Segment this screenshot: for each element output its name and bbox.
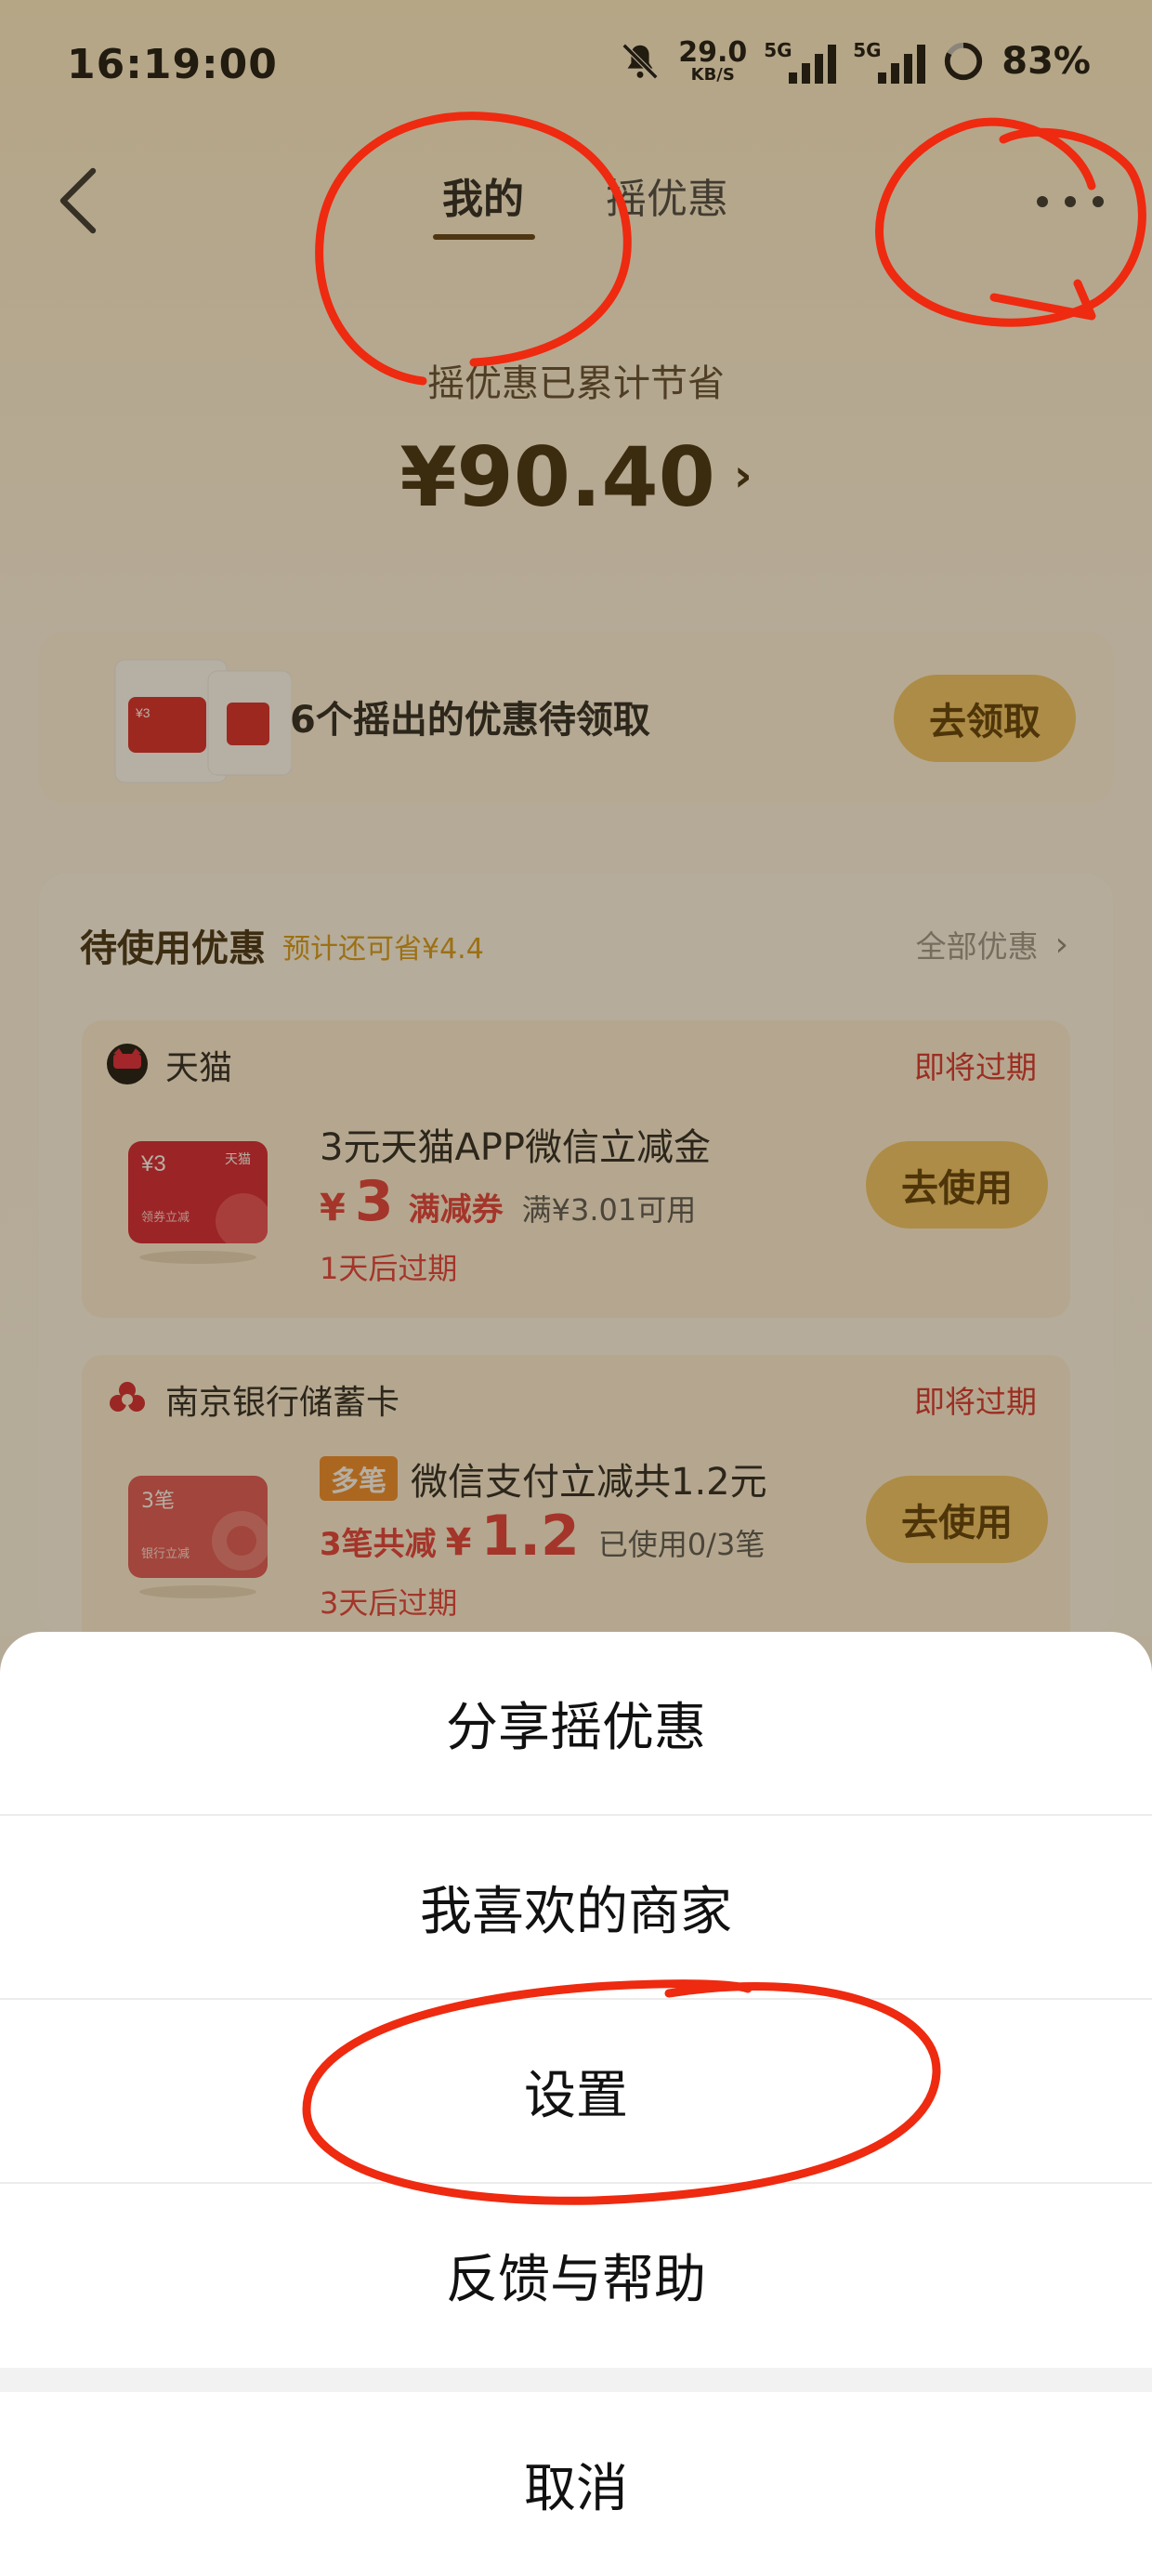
action-sheet: 分享摇优惠 我喜欢的商家 设置 反馈与帮助 取消: [0, 1632, 1152, 2576]
favorite-merchants-option[interactable]: 我喜欢的商家: [0, 1816, 1152, 2000]
sheet-divider: [0, 2368, 1152, 2392]
screen: 16:19:00 29.0 KB/S 5G 5G 83% 我的 摇优惠 摇优惠已…: [0, 0, 1152, 2576]
settings-option[interactable]: 设置: [0, 2000, 1152, 2184]
feedback-help-option[interactable]: 反馈与帮助: [0, 2184, 1152, 2366]
share-shake-deals-option[interactable]: 分享摇优惠: [0, 1632, 1152, 1816]
cancel-button[interactable]: 取消: [0, 2392, 1152, 2576]
